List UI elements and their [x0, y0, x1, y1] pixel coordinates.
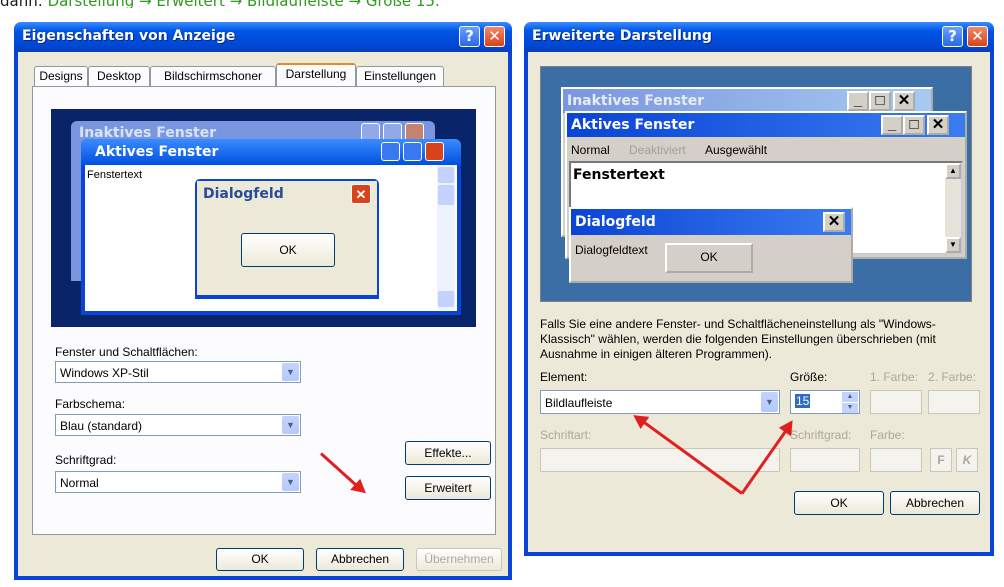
- color-scheme-select[interactable]: Blau (standard) ▼: [55, 414, 301, 436]
- tab-screensaver[interactable]: Bildschirmschoner: [150, 66, 276, 86]
- preview-dialog-titlebar: Dialogfeld ✕: [571, 209, 851, 235]
- menu-disabled: Deaktiviert: [629, 143, 686, 157]
- close-icon[interactable]: ✕: [967, 26, 988, 47]
- preview-dialog: Dialogfeld ✕ Dialogfeldtext OK: [569, 207, 853, 283]
- size-spinner[interactable]: 15 ▲ ▼: [790, 390, 860, 414]
- tab-designs[interactable]: Designs: [34, 66, 88, 86]
- scroll-up-icon: ▲: [945, 163, 961, 179]
- cancel-button[interactable]: Abbrechen: [890, 491, 980, 515]
- help-icon[interactable]: ?: [459, 26, 480, 47]
- preview-window-text: Fenstertext: [87, 169, 143, 181]
- size-value: 15: [795, 394, 811, 408]
- title-bar[interactable]: Erweiterte Darstellung ? ✕: [524, 22, 994, 52]
- chevron-down-icon[interactable]: ▼: [761, 392, 778, 412]
- ok-button[interactable]: OK: [216, 548, 304, 571]
- size-label: Größe:: [790, 370, 828, 384]
- chevron-down-icon[interactable]: ▼: [282, 416, 299, 434]
- preview-inactive-title: Inaktives Fenster: [567, 93, 705, 109]
- minimize-icon: _: [847, 91, 869, 111]
- preview-active-titlebar: Aktives Fenster: [81, 139, 461, 165]
- advanced-appearance-window: Erweiterte Darstellung ? ✕ Inaktives Fen…: [524, 22, 994, 556]
- window-buttons-label: Fenster und Schaltflächen:: [55, 345, 198, 359]
- minimize-icon: _: [881, 115, 903, 135]
- chevron-down-icon[interactable]: ▼: [282, 473, 299, 491]
- font-size-label: Schriftgrad:: [790, 428, 852, 442]
- help-icon[interactable]: ?: [942, 26, 963, 47]
- appearance-tab-panel: Inaktives Fenster Aktives Fenster Fenste…: [32, 86, 496, 535]
- preview-inactive-titlebar: Inaktives Fenster _ □ ✕: [563, 89, 931, 113]
- window-client: Inaktives Fenster _ □ ✕ Aktives Fenster …: [528, 52, 990, 552]
- ok-button[interactable]: OK: [794, 491, 884, 515]
- apply-button: Übernehmen: [416, 548, 502, 571]
- preview-dialog-title: Dialogfeld: [575, 214, 656, 230]
- close-icon: ✕: [351, 184, 371, 204]
- scroll-thumb: [438, 185, 454, 205]
- color-scheme-label: Farbschema:: [55, 397, 126, 411]
- preview-scrollbar: ▲ ▼: [945, 163, 961, 253]
- tab-appearance[interactable]: Darstellung: [276, 63, 356, 86]
- scroll-down-icon: ▼: [945, 237, 961, 253]
- preview-scrollbar: [437, 165, 455, 310]
- close-icon[interactable]: ✕: [484, 26, 505, 47]
- window-buttons-select[interactable]: Windows XP-Stil ▼: [55, 361, 301, 383]
- scroll-up-icon: [438, 167, 454, 183]
- close-icon: ✕: [893, 91, 915, 111]
- preview-window-text: Fenstertext: [573, 167, 665, 183]
- italic-button: K: [956, 448, 978, 472]
- menu-normal: Normal: [571, 143, 610, 157]
- preview-dialog-body: OK: [197, 207, 377, 295]
- maximize-icon: □: [903, 115, 925, 135]
- preview-dialog-text: Dialogfeldtext: [575, 243, 648, 257]
- color1-picker: [870, 390, 922, 414]
- chevron-down-icon[interactable]: ▼: [282, 363, 299, 381]
- preview-dialog-title: Dialogfeld: [203, 186, 284, 202]
- window-title: Erweiterte Darstellung: [532, 28, 712, 44]
- maximize-icon: □: [869, 91, 891, 111]
- spinner-up-icon[interactable]: ▲: [842, 392, 858, 402]
- appearance-preview: Inaktives Fenster _ □ ✕ Aktives Fenster …: [540, 66, 972, 302]
- element-select[interactable]: Bildlaufleiste ▼: [540, 390, 780, 414]
- color2-label: 2. Farbe:: [928, 370, 977, 384]
- window-title: Eigenschaften von Anzeige: [22, 28, 236, 44]
- preview-active-title: Aktives Fenster: [571, 117, 695, 133]
- close-icon: ✕: [823, 212, 845, 232]
- window-client: Designs Desktop Bildschirmschoner Darste…: [18, 52, 508, 576]
- preview-dialog: Dialogfeld ✕ OK: [195, 179, 379, 299]
- cancel-button[interactable]: Abbrechen: [316, 548, 404, 571]
- appearance-preview: Inaktives Fenster Aktives Fenster Fenste…: [51, 109, 476, 327]
- font-size-select[interactable]: Normal ▼: [55, 471, 301, 493]
- preview-ok-button: OK: [665, 243, 753, 273]
- preview-active-title: Aktives Fenster: [95, 144, 219, 160]
- preview-ok-button: OK: [241, 233, 335, 267]
- close-icon: ✕: [927, 115, 949, 135]
- font-size-label: Schriftgrad:: [55, 453, 117, 467]
- color1-label: 1. Farbe:: [870, 370, 919, 384]
- effects-button[interactable]: Effekte...: [405, 441, 491, 465]
- font-color-label: Farbe:: [870, 428, 905, 442]
- title-bar[interactable]: Eigenschaften von Anzeige ? ✕: [14, 22, 512, 52]
- font-color-picker: [870, 448, 922, 472]
- display-properties-window: Eigenschaften von Anzeige ? ✕ Designs De…: [14, 22, 512, 580]
- scroll-down-icon: [438, 291, 454, 307]
- font-label: Schriftart:: [540, 428, 592, 442]
- tab-desktop[interactable]: Desktop: [88, 66, 150, 86]
- color2-picker: [928, 390, 980, 414]
- caption-text: dann: Darstellung → Erweitert → Bildlauf…: [0, 0, 1004, 8]
- font-size-select: [790, 448, 860, 472]
- element-label: Element:: [540, 370, 588, 384]
- minimize-icon: [381, 142, 400, 161]
- preview-active-titlebar: Aktives Fenster _ □ ✕: [567, 113, 965, 137]
- advanced-button[interactable]: Erweitert: [405, 476, 491, 500]
- bold-button: F: [930, 448, 952, 472]
- preview-dialog-titlebar: Dialogfeld ✕: [197, 181, 377, 207]
- spinner-down-icon[interactable]: ▼: [842, 403, 858, 413]
- info-text: Falls Sie eine andere Fenster- und Schal…: [540, 317, 936, 361]
- maximize-icon: [403, 142, 422, 161]
- tab-settings[interactable]: Einstellungen: [356, 66, 444, 86]
- menu-selected: Ausgewählt: [705, 143, 768, 157]
- close-icon: [425, 142, 444, 161]
- font-select: [540, 448, 780, 472]
